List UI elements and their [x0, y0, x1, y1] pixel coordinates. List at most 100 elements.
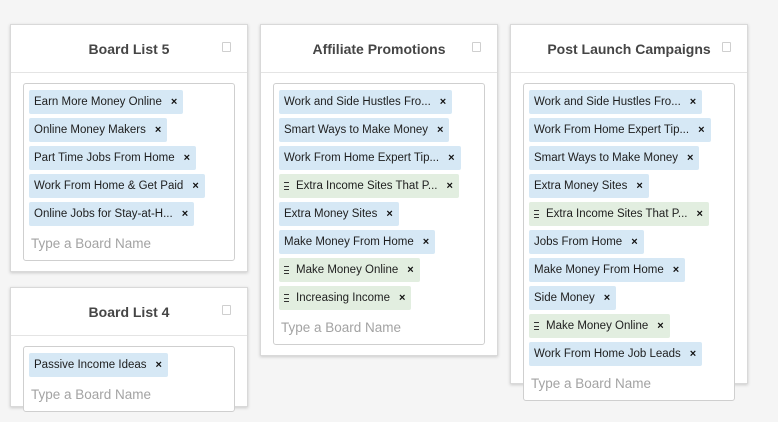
board-card: Board List 5 Earn More Money Online × Onli… [10, 24, 248, 272]
tag-list: Earn More Money Online × Online Money Make… [29, 88, 229, 228]
tag-row: Make Money From Home × [529, 256, 729, 284]
board-column-2: Board List 4 Passive Income Ideas × [10, 287, 248, 412]
card-menu-icon[interactable] [472, 42, 481, 52]
tag-label: Online Jobs for Stay-at-H... [34, 208, 173, 220]
tag-row: Work and Side Hustles Fro... × [279, 88, 479, 116]
board-tag[interactable]: Make Money From Home × [529, 258, 686, 282]
remove-tag-icon[interactable]: × [155, 124, 161, 136]
drag-handle-icon[interactable] [284, 182, 289, 190]
remove-tag-icon[interactable]: × [448, 152, 454, 164]
tag-label: Extra Income Sites That P... [296, 180, 438, 192]
board-tag[interactable]: Online Money Makers × [29, 118, 168, 142]
tag-label: Make Money From Home [284, 236, 414, 248]
card-title: Board List 4 [88, 303, 170, 320]
tag-row: Jobs From Home × [529, 228, 729, 256]
board-name-input[interactable] [29, 230, 209, 256]
tag-input-box[interactable]: Work and Side Hustles Fro... × Smart Ways … [273, 83, 485, 345]
board-tag[interactable]: Make Money From Home × [279, 230, 436, 254]
tag-input-box[interactable]: Work and Side Hustles Fro... × Work From H… [523, 83, 735, 401]
remove-tag-icon[interactable]: × [446, 180, 452, 192]
board-tag[interactable]: Part Time Jobs From Home × [29, 146, 197, 170]
tag-row: Make Money Online × [529, 312, 729, 340]
board-tag[interactable]: Work From Home Expert Tip... × [529, 118, 711, 142]
tag-row: Online Money Makers × [29, 116, 229, 144]
board-tag[interactable]: Extra Money Sites × [529, 174, 649, 198]
remove-tag-icon[interactable]: × [690, 96, 696, 108]
remove-tag-icon[interactable]: × [407, 264, 413, 276]
board-tag[interactable]: Passive Income Ideas × [29, 353, 168, 377]
board-tag[interactable]: Smart Ways to Make Money × [529, 146, 700, 170]
tag-row: Work and Side Hustles Fro... × [529, 88, 729, 116]
board-tag[interactable]: Work From Home & Get Paid × [29, 174, 205, 198]
board-tag[interactable]: Extra Money Sites × [279, 202, 399, 226]
tag-row: Extra Money Sites × [529, 172, 729, 200]
board-card: Board List 4 Passive Income Ideas × [10, 287, 248, 412]
remove-tag-icon[interactable]: × [171, 96, 177, 108]
tag-label: Smart Ways to Make Money [534, 152, 679, 164]
tag-label: Increasing Income [296, 292, 390, 304]
tag-label: Part Time Jobs From Home [34, 152, 175, 164]
board-tag[interactable]: Earn More Money Online × [29, 90, 184, 114]
board-tag[interactable]: Extra Income Sites That P... × [279, 174, 459, 198]
board-column-3: Affiliate Promotions Work and Side Hustl… [260, 24, 498, 356]
board-tag[interactable]: Jobs From Home × [529, 230, 644, 254]
board-name-input[interactable] [29, 381, 209, 407]
board-card: Post Launch Campaigns Work and Side Hust… [510, 24, 748, 401]
drag-handle-icon[interactable] [284, 266, 289, 274]
remove-tag-icon[interactable]: × [156, 359, 162, 371]
remove-tag-icon[interactable]: × [192, 180, 198, 192]
remove-tag-icon[interactable]: × [386, 208, 392, 220]
drag-handle-icon[interactable] [284, 294, 289, 302]
board-tag[interactable]: Make Money Online × [529, 314, 670, 338]
tag-input-box[interactable]: Passive Income Ideas × [23, 346, 235, 412]
card-menu-icon[interactable] [722, 42, 731, 52]
board-tag[interactable]: Smart Ways to Make Money × [279, 118, 450, 142]
board-name-input[interactable] [279, 314, 459, 340]
board-tag[interactable]: Work From Home Job Leads × [529, 342, 703, 366]
board-tag[interactable]: Work From Home Expert Tip... × [279, 146, 461, 170]
tag-label: Online Money Makers [34, 124, 146, 136]
remove-tag-icon[interactable]: × [604, 292, 610, 304]
board-tag[interactable]: Work and Side Hustles Fro... × [529, 90, 703, 114]
remove-tag-icon[interactable]: × [673, 264, 679, 276]
board-column-4: Post Launch Campaigns Work and Side Hust… [510, 24, 748, 401]
tag-label: Make Money From Home [534, 264, 664, 276]
drag-handle-icon[interactable] [534, 210, 539, 218]
card-header: Board List 4 [11, 288, 247, 336]
board-tag[interactable]: Online Jobs for Stay-at-H... × [29, 202, 195, 226]
remove-tag-icon[interactable]: × [440, 96, 446, 108]
remove-tag-icon[interactable]: × [437, 124, 443, 136]
tag-list: Work and Side Hustles Fro... × Work From H… [529, 88, 729, 368]
card-header: Post Launch Campaigns [511, 25, 747, 73]
tag-input-box[interactable]: Earn More Money Online × Online Money Make… [23, 83, 235, 261]
remove-tag-icon[interactable]: × [698, 124, 704, 136]
remove-tag-icon[interactable]: × [690, 348, 696, 360]
board-tag[interactable]: Make Money Online × [279, 258, 420, 282]
board-tag[interactable]: Side Money × [529, 286, 617, 310]
tag-label: Work and Side Hustles Fro... [534, 96, 681, 108]
card-menu-icon[interactable] [222, 305, 231, 315]
remove-tag-icon[interactable]: × [423, 236, 429, 248]
card-menu-icon[interactable] [222, 42, 231, 52]
board-tag[interactable]: Work and Side Hustles Fro... × [279, 90, 453, 114]
remove-tag-icon[interactable]: × [636, 180, 642, 192]
tag-row: Work From Home Expert Tip... × [529, 116, 729, 144]
remove-tag-icon[interactable]: × [687, 152, 693, 164]
remove-tag-icon[interactable]: × [399, 292, 405, 304]
tag-label: Extra Money Sites [284, 208, 378, 220]
tag-row: Smart Ways to Make Money × [529, 144, 729, 172]
remove-tag-icon[interactable]: × [696, 208, 702, 220]
remove-tag-icon[interactable]: × [631, 236, 637, 248]
tag-label: Smart Ways to Make Money [284, 124, 429, 136]
tag-row: Extra Income Sites That P... × [529, 200, 729, 228]
tag-row: Extra Money Sites × [279, 200, 479, 228]
board-tag[interactable]: Increasing Income × [279, 286, 412, 310]
board-name-input[interactable] [529, 370, 709, 396]
tag-row: Extra Income Sites That P... × [279, 172, 479, 200]
board-tag[interactable]: Extra Income Sites That P... × [529, 202, 709, 226]
remove-tag-icon[interactable]: × [182, 208, 188, 220]
drag-handle-icon[interactable] [534, 322, 539, 330]
remove-tag-icon[interactable]: × [184, 152, 190, 164]
remove-tag-icon[interactable]: × [657, 320, 663, 332]
board-card: Affiliate Promotions Work and Side Hustl… [260, 24, 498, 356]
